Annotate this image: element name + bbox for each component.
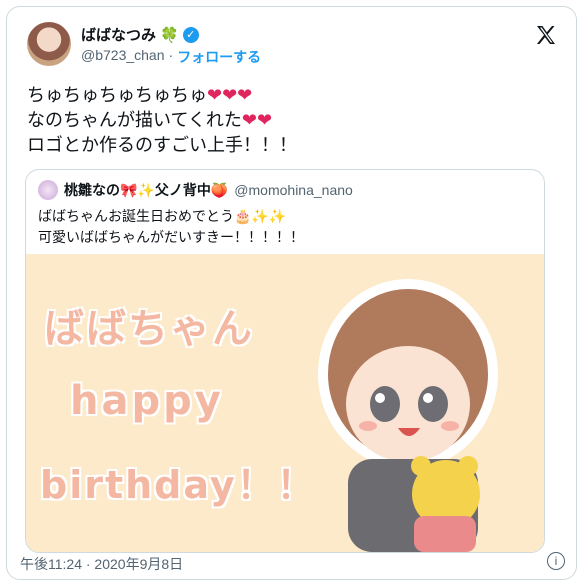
birthday-illustration[interactable]: ばばちゃん happy birthday！！ [26, 254, 544, 552]
quote-line-1: ばばちゃんお誕生日おめでとう🎂✨✨ [38, 208, 287, 224]
verified-badge-icon: ✓ [182, 26, 199, 43]
quote-avatar [38, 180, 58, 200]
hearts-2: ❤❤ [241, 110, 273, 130]
clover-emoji: 🍀 [160, 26, 179, 44]
illustration-text-1: ばばちゃん [44, 306, 254, 352]
tweet-line-3: ロゴとか作るのすごい上手！！！ [27, 135, 297, 155]
separator-dot: · [168, 47, 174, 63]
tweet-text: ちゅちゅちゅちゅちゅ❤❤❤ なのちゃんが描いてくれた❤❤ ロゴとか作るのすごい上… [27, 83, 297, 158]
author-name[interactable]: ばばなつみ [81, 24, 156, 45]
quote-header: 桃雛なの🎀✨父ノ背中🍑 @momohina_nano [38, 180, 353, 200]
tweet-timestamp[interactable]: 午後11:24 · 2020年9月8日 [20, 554, 183, 574]
info-icon[interactable]: i [547, 552, 565, 570]
tweet-line-2: なのちゃんが描いてくれた [27, 110, 242, 130]
quote-line-2: 可愛いばばちゃんがだいすきー！！！！！ [38, 229, 304, 245]
illustration-text-3: birthday！！ [40, 463, 317, 507]
handle-row: @b723_chan · フォローする [81, 47, 261, 67]
quote-author-name: 桃雛なの🎀✨父ノ背中🍑 [64, 182, 229, 198]
illustration-text-2: happy [70, 378, 224, 424]
quote-author-handle: @momohina_nano [234, 182, 353, 198]
author-name-row[interactable]: ばばなつみ 🍀 ✓ [81, 24, 199, 45]
quote-text: ばばちゃんお誕生日おめでとう🎂✨✨ 可愛いばばちゃんがだいすきー！！！！！ [38, 206, 304, 248]
hearts-1: ❤❤❤ [207, 85, 253, 105]
tweet-line-1: ちゅちゅちゅちゅちゅ [27, 85, 207, 105]
follow-button[interactable]: フォローする [177, 47, 261, 67]
author-handle[interactable]: @b723_chan [81, 47, 165, 67]
quoted-tweet[interactable]: 桃雛なの🎀✨父ノ背中🍑 @momohina_nano ばばちゃんお誕生日おめでと… [25, 169, 545, 553]
tweet-card: ばばなつみ 🍀 ✓ @b723_chan · フォローする ちゅちゅちゅちゅちゅ… [6, 6, 577, 580]
girl-character-drawing [318, 279, 498, 552]
author-avatar[interactable] [27, 22, 71, 66]
x-logo-icon[interactable] [534, 23, 558, 47]
